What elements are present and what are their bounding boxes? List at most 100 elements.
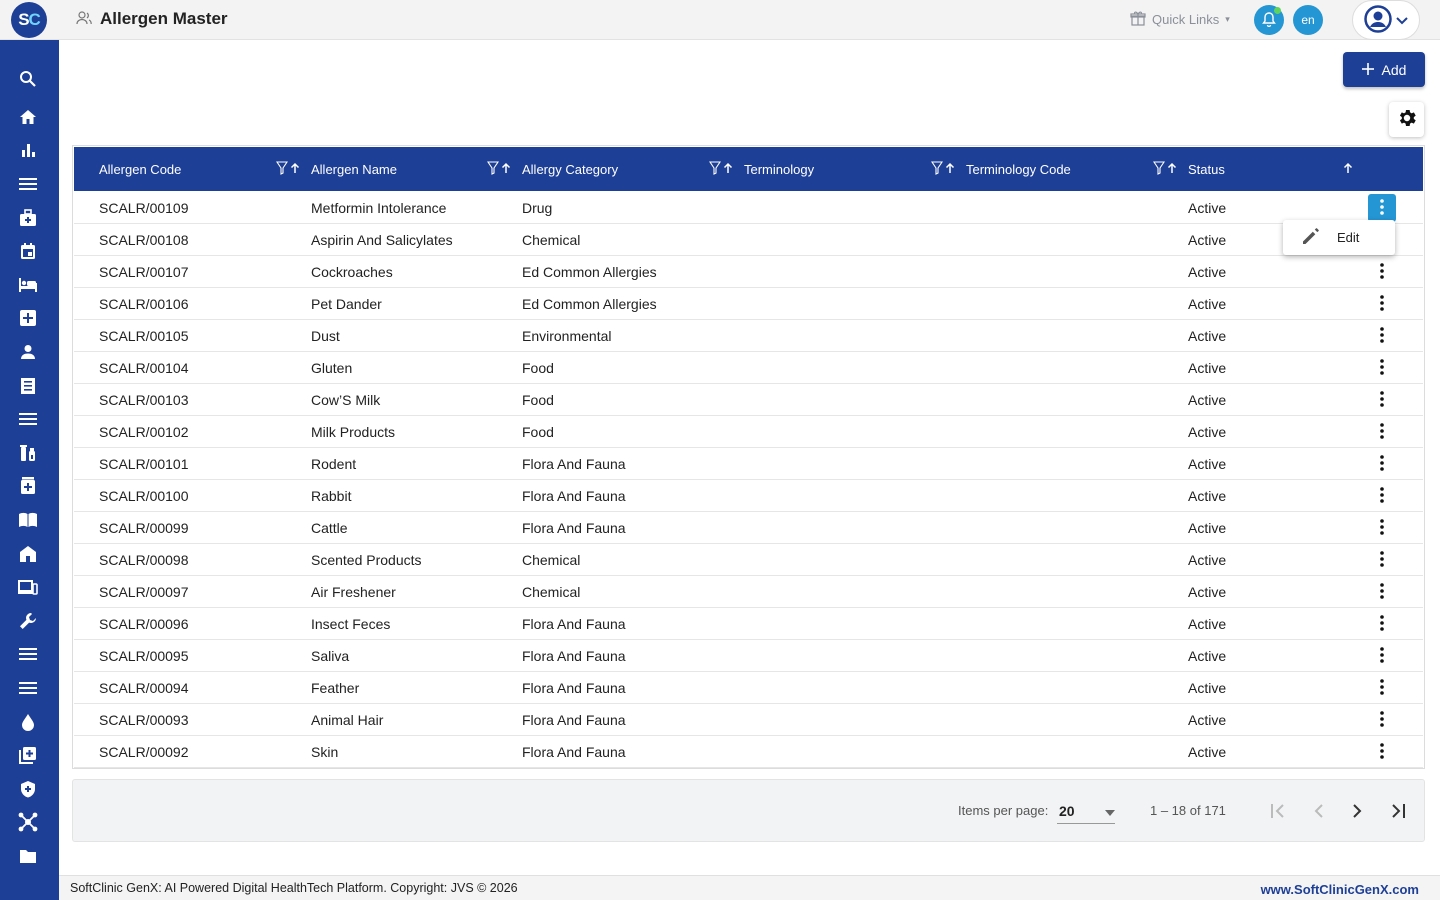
shield-icon[interactable] (17, 778, 39, 800)
table-row: SCALR/00105 Dust Environmental Active (74, 320, 1423, 352)
filter-icon[interactable] (275, 160, 289, 178)
devices-icon[interactable] (17, 576, 39, 598)
filter-icon[interactable] (486, 160, 500, 178)
medical-bag-icon[interactable] (17, 207, 39, 229)
bed-icon[interactable] (17, 274, 39, 296)
edit-menu-item[interactable]: Edit (1337, 230, 1359, 245)
add-button[interactable]: Add (1343, 52, 1425, 87)
search-icon[interactable] (17, 68, 39, 90)
list-alt-icon[interactable] (17, 643, 39, 665)
sort-arrow-up-icon[interactable] (723, 161, 733, 177)
cell-status: Active (1188, 680, 1227, 696)
last-page-button[interactable] (1384, 798, 1412, 826)
person-icon[interactable] (17, 341, 39, 363)
row-actions-button[interactable] (1368, 258, 1396, 286)
building-icon[interactable] (17, 543, 39, 565)
app-logo[interactable]: SC (11, 2, 47, 38)
page-size-select[interactable]: 20 (1057, 798, 1115, 824)
wrench-icon[interactable] (17, 610, 39, 632)
row-actions-button[interactable] (1368, 578, 1396, 606)
row-actions-button[interactable] (1368, 642, 1396, 670)
cell-allergen-name: Rabbit (311, 488, 352, 504)
menu-alt-icon[interactable] (17, 677, 39, 699)
book-icon[interactable] (17, 509, 39, 531)
row-actions-button[interactable] (1368, 386, 1396, 414)
row-actions-button[interactable] (1368, 546, 1396, 574)
more-vert-icon (1380, 678, 1384, 698)
sort-arrow-up-icon[interactable] (501, 161, 511, 177)
calendar-icon[interactable] (17, 240, 39, 262)
cell-allergen-name: Insect Feces (311, 616, 391, 632)
table-row: SCALR/00094 Feather Flora And Fauna Active (74, 672, 1423, 704)
row-actions-button[interactable] (1368, 290, 1396, 318)
row-actions-button[interactable] (1368, 418, 1396, 446)
document-icon[interactable] (17, 375, 39, 397)
sidebar (0, 40, 59, 900)
sort-arrow-up-icon[interactable] (290, 161, 300, 177)
footer-website-link[interactable]: www.SoftClinicGenX.com (1261, 882, 1419, 897)
col-header-terminology-code[interactable]: Terminology Code (966, 147, 1071, 191)
quick-links-dropdown[interactable]: Quick Links ▾ (1130, 10, 1230, 29)
first-page-button[interactable] (1264, 798, 1292, 826)
menu-icon[interactable] (17, 173, 39, 195)
blood-drop-icon[interactable] (17, 711, 39, 733)
col-tools-allergy-category (708, 147, 733, 191)
table-header: Allergen Code Allergen Name Allergy Cate… (74, 147, 1423, 191)
more-vert-icon (1380, 294, 1384, 314)
chevron-down-icon (1396, 12, 1408, 28)
row-actions-button[interactable] (1368, 674, 1396, 702)
cell-allergen-name: Milk Products (311, 424, 396, 440)
row-actions-button[interactable] (1368, 450, 1396, 478)
row-actions-button[interactable] (1368, 322, 1396, 350)
pharmacy-icon[interactable] (17, 475, 39, 497)
quick-links-label: Quick Links (1152, 12, 1220, 27)
row-actions-button[interactable] (1368, 706, 1396, 734)
filter-icon[interactable] (930, 160, 944, 178)
more-vert-icon (1380, 710, 1384, 730)
next-page-button[interactable] (1344, 798, 1372, 826)
account-circle-icon (1364, 4, 1392, 36)
cell-allergen-code: SCALR/00109 (99, 200, 189, 216)
sort-arrow-up-icon[interactable] (1167, 161, 1177, 177)
col-header-terminology[interactable]: Terminology (744, 147, 814, 191)
filter-icon[interactable] (1152, 160, 1166, 178)
home-icon[interactable] (17, 106, 39, 128)
cell-allergen-code: SCALR/00095 (99, 648, 189, 664)
cell-allergy-category: Flora And Fauna (522, 488, 626, 504)
cell-allergy-category: Flora And Fauna (522, 520, 626, 536)
more-vert-icon (1380, 646, 1384, 666)
col-header-allergy-category[interactable]: Allergy Category (522, 147, 618, 191)
notifications-button[interactable] (1254, 5, 1284, 35)
first-aid-icon[interactable] (17, 307, 39, 329)
previous-page-button[interactable] (1304, 798, 1332, 826)
cell-allergen-code: SCALR/00097 (99, 584, 189, 600)
column-settings-button[interactable] (1389, 102, 1424, 137)
table-row: SCALR/00095 Saliva Flora And Fauna Active (74, 640, 1423, 672)
bar-chart-icon[interactable] (17, 139, 39, 161)
cell-allergen-name: Skin (311, 744, 339, 760)
cell-allergen-name: Animal Hair (311, 712, 384, 728)
add-box-icon[interactable] (17, 744, 39, 766)
list-icon[interactable] (17, 408, 39, 430)
col-tools-allergen-name (486, 147, 511, 191)
cell-allergen-name: Air Freshener (311, 584, 396, 600)
row-actions-button[interactable] (1368, 194, 1396, 222)
network-icon[interactable] (17, 811, 39, 833)
user-menu-button[interactable] (1352, 0, 1420, 40)
lab-icon[interactable] (17, 442, 39, 464)
folder-icon[interactable] (17, 845, 39, 867)
cell-allergen-name: Gluten (311, 360, 353, 376)
row-actions-button[interactable] (1368, 738, 1396, 766)
row-actions-button[interactable] (1368, 354, 1396, 382)
col-header-status[interactable]: Status (1188, 147, 1225, 191)
row-actions-button[interactable] (1368, 610, 1396, 638)
more-vert-icon (1380, 582, 1384, 602)
sort-arrow-up-icon[interactable] (945, 161, 955, 177)
col-header-allergen-code[interactable]: Allergen Code (99, 147, 181, 191)
row-actions-button[interactable] (1368, 482, 1396, 510)
row-actions-button[interactable] (1368, 514, 1396, 542)
col-header-allergen-name[interactable]: Allergen Name (311, 147, 397, 191)
language-button[interactable]: en (1293, 5, 1323, 35)
filter-icon[interactable] (708, 160, 722, 178)
sort-arrow-up-icon[interactable] (1343, 161, 1353, 177)
